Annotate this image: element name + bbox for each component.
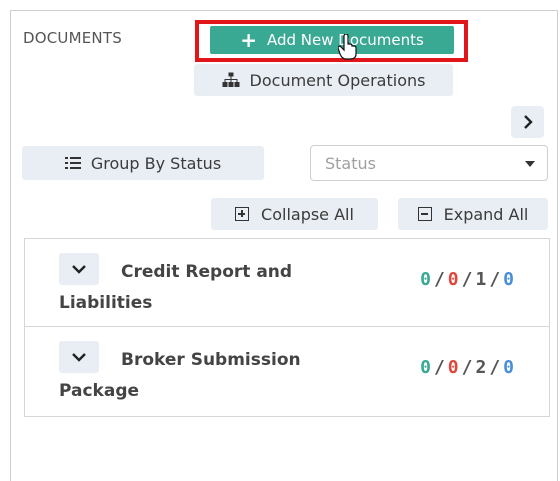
count-green: 0: [420, 269, 432, 290]
expand-all-label: Expand All: [443, 204, 529, 224]
square-minus-icon: [417, 207, 432, 221]
count-blue: 0: [503, 269, 515, 290]
expand-all-button[interactable]: Expand All: [398, 198, 548, 230]
caret-down-icon: [525, 161, 535, 167]
group-by-status-label: Group By Status: [90, 153, 222, 173]
chevron-down-icon: [72, 264, 86, 274]
document-operations-button[interactable]: Document Operations: [194, 64, 453, 96]
panel-title: DOCUMENTS: [23, 29, 122, 47]
document-list: Credit Report and Liabilities 0/0/1/0 Br…: [24, 238, 550, 417]
sitemap-icon: [222, 72, 240, 87]
collapse-all-label: Collapse All: [261, 204, 354, 224]
count-dark: 2: [475, 357, 488, 378]
status-counts: 0/0/2/0: [420, 357, 515, 378]
row-toggle-button[interactable]: [59, 253, 99, 285]
add-new-documents-button[interactable]: + Add New Documents: [210, 26, 454, 54]
collapse-all-button[interactable]: Collapse All: [211, 198, 378, 230]
next-button[interactable]: [511, 106, 544, 138]
list-item[interactable]: Credit Report and Liabilities 0/0/1/0: [25, 239, 549, 327]
count-red: 0: [447, 269, 460, 290]
chevron-down-icon: [72, 352, 86, 362]
row-toggle-button[interactable]: [59, 341, 99, 373]
count-dark: 1: [475, 269, 488, 290]
hand-pointer-icon: [338, 34, 357, 60]
document-operations-label: Document Operations: [249, 70, 426, 90]
status-select[interactable]: Status: [310, 145, 548, 181]
status-counts: 0/0/1/0: [420, 269, 515, 290]
list-icon: [64, 157, 81, 169]
status-placeholder: Status: [325, 153, 376, 173]
group-by-status-button[interactable]: Group By Status: [22, 146, 264, 180]
count-green: 0: [420, 357, 432, 378]
count-red: 0: [447, 357, 460, 378]
plus-icon: +: [240, 28, 257, 52]
square-plus-icon: [235, 207, 250, 221]
chevron-right-icon: [523, 115, 533, 129]
count-blue: 0: [503, 357, 515, 378]
list-item[interactable]: Broker Submission Package 0/0/2/0: [25, 327, 549, 416]
